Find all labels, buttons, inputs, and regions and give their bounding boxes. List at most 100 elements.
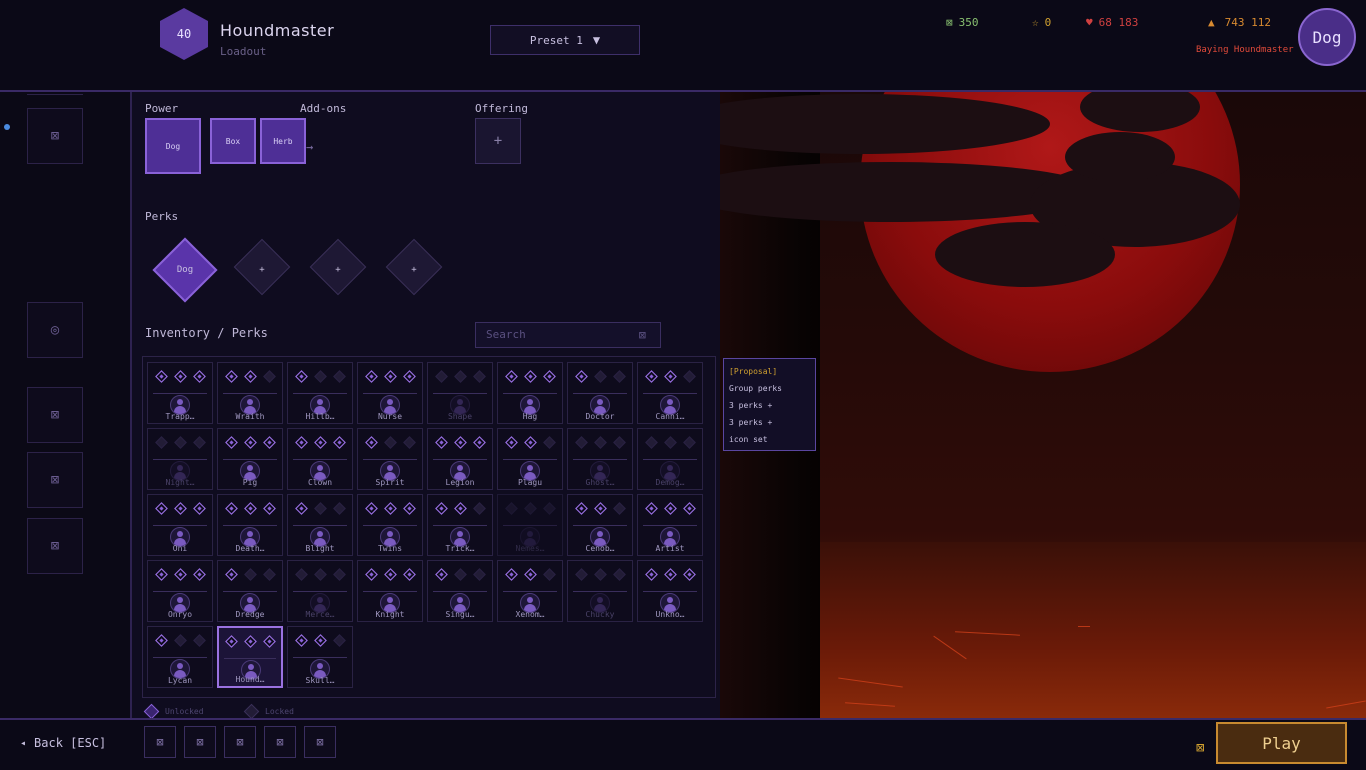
inventory-card[interactable]: Trapp…	[147, 362, 213, 424]
unlocked-gem-icon	[294, 634, 308, 647]
inventory-card[interactable]: Chucky	[567, 560, 633, 622]
unlocked-gem-icon	[332, 436, 346, 449]
perk-gems	[148, 502, 212, 515]
rail-button-2[interactable]: ⊠	[27, 387, 83, 443]
inventory-card[interactable]: Lycan	[147, 626, 213, 688]
inventory-card[interactable]: Hag	[497, 362, 563, 424]
shard-icon: ⊠	[946, 16, 953, 29]
inventory-card[interactable]: Plagu	[497, 428, 563, 490]
preset-dropdown[interactable]: Preset 1 ▼	[490, 25, 640, 55]
unlocked-gem-icon	[453, 436, 467, 449]
inventory-card[interactable]: Merce…	[287, 560, 353, 622]
quick-slot-1[interactable]: ⊠	[144, 726, 176, 758]
legend-locked-label: Locked	[265, 707, 294, 716]
inventory-card[interactable]: Nurse	[357, 362, 423, 424]
inventory-card[interactable]: Hound…	[217, 626, 283, 688]
unlocked-gem-icon	[364, 370, 378, 383]
card-divider	[573, 459, 627, 460]
perk-4-label: +	[411, 265, 417, 275]
rail-button-4[interactable]: ⊠	[27, 518, 83, 574]
unlocked-gem-icon	[574, 502, 588, 515]
inventory-card[interactable]: Oni	[147, 494, 213, 556]
rail-top-edge	[27, 92, 83, 95]
locked-gem-icon	[542, 436, 556, 449]
unlocked-gem-icon	[294, 502, 308, 515]
quick-slot-4[interactable]: ⊠	[264, 726, 296, 758]
inventory-card[interactable]: Canni…	[637, 362, 703, 424]
inventory-card[interactable]: Trick…	[427, 494, 493, 556]
perk-gems	[428, 370, 492, 383]
inventory-card[interactable]: Clown	[287, 428, 353, 490]
card-divider	[293, 459, 347, 460]
inventory-card[interactable]: Skull…	[287, 626, 353, 688]
card-divider	[363, 393, 417, 394]
unlocked-gem-icon	[542, 370, 556, 383]
perk-gems	[218, 568, 282, 581]
card-name: Artist	[655, 544, 685, 553]
card-divider	[503, 393, 557, 394]
inventory-card[interactable]: Hillb…	[287, 362, 353, 424]
perk-gems	[288, 370, 352, 383]
rail-button-3[interactable]: ⊠	[27, 452, 83, 508]
perk-gems	[358, 436, 422, 449]
rail-button-1[interactable]: ⊠	[27, 108, 83, 164]
plus-icon: +	[493, 133, 503, 149]
inventory-card[interactable]: Nemes…	[497, 494, 563, 556]
card-divider	[573, 525, 627, 526]
addon-slot-1[interactable]: Box	[210, 118, 256, 164]
quick-slot-3[interactable]: ⊠	[224, 726, 256, 758]
card-divider	[433, 393, 487, 394]
unlocked-gem-icon	[383, 568, 397, 581]
inventory-card[interactable]: Pig	[217, 428, 283, 490]
inventory-card[interactable]: Night…	[147, 428, 213, 490]
inventory-card[interactable]: Unkno…	[637, 560, 703, 622]
placeholder-icon: ⊠	[316, 735, 324, 749]
inventory-card[interactable]: Artist	[637, 494, 703, 556]
legend-unlocked: Unlocked	[143, 703, 204, 720]
power-label: Power	[145, 102, 179, 115]
iridescent-value: 743 112	[1224, 16, 1271, 29]
inventory-card[interactable]: Cenob…	[567, 494, 633, 556]
clear-icon[interactable]: ⊠	[639, 328, 646, 342]
card-divider	[643, 591, 697, 592]
unlocked-gem-icon	[523, 436, 537, 449]
locked-gem-icon	[542, 568, 556, 581]
quick-slot-2[interactable]: ⊠	[184, 726, 216, 758]
avatar[interactable]: Dog	[1298, 8, 1356, 66]
inventory-card[interactable]: Wraith	[217, 362, 283, 424]
inventory-card[interactable]: Dredge	[217, 560, 283, 622]
locked-gem-icon	[682, 370, 696, 383]
locked-gem-icon	[243, 703, 260, 720]
inventory-card[interactable]: Knight	[357, 560, 423, 622]
quick-slot-5[interactable]: ⊠	[304, 726, 336, 758]
inventory-card[interactable]: Blight	[287, 494, 353, 556]
search-input[interactable]	[486, 328, 626, 341]
unlocked-gem-icon	[173, 568, 187, 581]
perk-gems	[148, 436, 212, 449]
play-button[interactable]: Play	[1216, 722, 1347, 764]
inventory-card[interactable]: Death…	[217, 494, 283, 556]
inventory-card[interactable]: Shape	[427, 362, 493, 424]
inventory-card[interactable]: Spirit	[357, 428, 423, 490]
unlocked-gem-icon	[504, 568, 518, 581]
inventory-card[interactable]: Twins	[357, 494, 423, 556]
power-slot[interactable]: Dog	[145, 118, 201, 174]
inventory-card[interactable]: Demog…	[637, 428, 703, 490]
perk-2-label: +	[259, 265, 265, 275]
inventory-card[interactable]: Legion	[427, 428, 493, 490]
rail-button-target[interactable]: ◎	[27, 302, 83, 358]
inventory-card[interactable]: Ghost…	[567, 428, 633, 490]
locked-gem-icon	[313, 568, 327, 581]
offering-slot[interactable]: +	[475, 118, 521, 164]
unlocked-gem-icon	[224, 370, 238, 383]
card-name: Plagu	[517, 478, 543, 487]
inventory-card[interactable]: Doctor	[567, 362, 633, 424]
inventory-card[interactable]: Onryo	[147, 560, 213, 622]
card-divider	[153, 525, 207, 526]
back-button[interactable]: ◂ Back [ESC]	[20, 736, 106, 750]
addon-slot-2[interactable]: Herb	[260, 118, 306, 164]
inventory-card[interactable]: Xenom…	[497, 560, 563, 622]
inventory-card[interactable]: Singu…	[427, 560, 493, 622]
perk-gems	[428, 502, 492, 515]
perk-gems	[498, 502, 562, 515]
